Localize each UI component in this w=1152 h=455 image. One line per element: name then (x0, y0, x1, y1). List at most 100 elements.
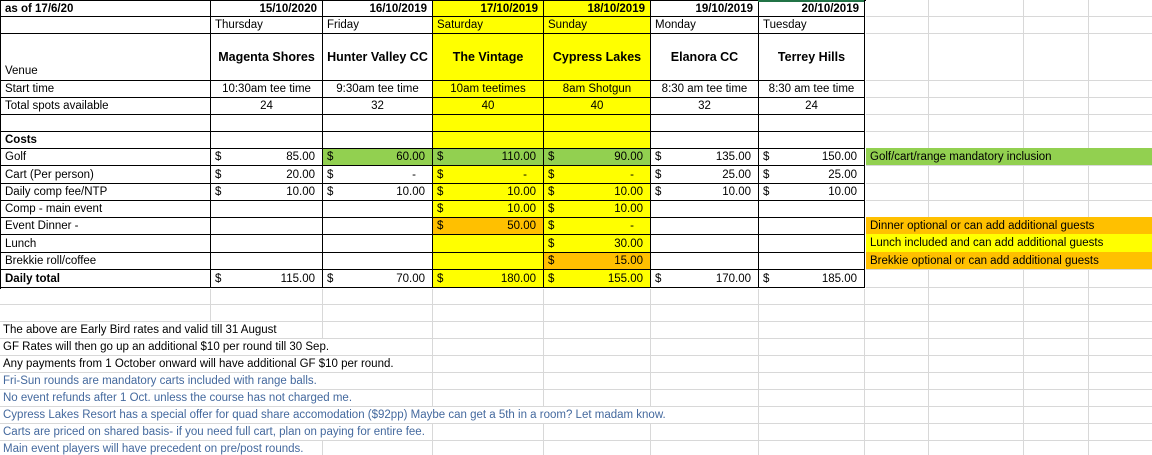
total-money-cell[interactable]: $185.00 (759, 270, 865, 288)
spacer-cell[interactable] (211, 132, 323, 149)
spots-cell[interactable]: 40 (433, 98, 544, 115)
money-cell[interactable]: $10.00 (433, 201, 544, 218)
money-cell[interactable]: $10.00 (323, 184, 433, 201)
total-label-cell[interactable]: Daily total (1, 270, 211, 288)
empty-cell[interactable] (323, 218, 433, 235)
cost-label-cell[interactable]: Event Dinner - (1, 218, 211, 235)
money-cell[interactable]: $- (433, 166, 544, 184)
venue-cell[interactable]: Cypress Lakes (544, 34, 651, 81)
spacer-cell[interactable] (433, 115, 544, 132)
total-money-cell[interactable]: $155.00 (544, 270, 651, 288)
spots-cell[interactable]: 40 (544, 98, 651, 115)
footnote-row[interactable]: The above are Early Bird rates and valid… (0, 321, 1152, 338)
money-cell[interactable]: $90.00 (544, 149, 651, 166)
date-cell[interactable]: 20/10/2019 (759, 1, 865, 17)
venue-cell[interactable]: Elanora CC (651, 34, 759, 81)
total-money-cell[interactable]: $115.00 (211, 270, 323, 288)
money-cell[interactable]: $25.00 (759, 166, 865, 184)
total-money-cell[interactable]: $170.00 (651, 270, 759, 288)
empty-cell[interactable] (651, 253, 759, 270)
spacer-cell[interactable] (1, 115, 211, 132)
venue-cell[interactable]: Hunter Valley CC (323, 34, 433, 81)
footnote-row[interactable]: Fri-Sun rounds are mandatory carts inclu… (0, 372, 1152, 389)
money-cell[interactable]: $50.00 (433, 218, 544, 235)
money-cell[interactable]: $10.00 (544, 184, 651, 201)
money-cell[interactable]: $30.00 (544, 235, 651, 253)
day-cell[interactable]: Monday (651, 17, 759, 34)
money-cell[interactable]: $10.00 (211, 184, 323, 201)
money-cell[interactable]: $110.00 (433, 149, 544, 166)
date-cell[interactable]: 19/10/2019 (651, 1, 759, 17)
day-cell[interactable]: Thursday (211, 17, 323, 34)
money-cell[interactable]: $- (544, 218, 651, 235)
money-cell[interactable] (433, 235, 544, 253)
as-of-cell[interactable]: as of 17/6/20 (1, 1, 211, 17)
money-cell[interactable]: $- (544, 166, 651, 184)
money-cell[interactable] (433, 253, 544, 270)
start-cell[interactable]: 10:30am tee time (211, 81, 323, 98)
start-cell[interactable]: 8:30 am tee time (651, 81, 759, 98)
day-cell[interactable]: Tuesday (759, 17, 865, 34)
start-cell[interactable]: 9:30am tee time (323, 81, 433, 98)
spacer-cell[interactable] (433, 132, 544, 149)
empty-cell[interactable] (323, 235, 433, 253)
note-box[interactable]: Golf/cart/range mandatory inclusion (866, 148, 1152, 165)
spots-cell[interactable]: 32 (651, 98, 759, 115)
spacer-cell[interactable] (651, 132, 759, 149)
spacer-cell[interactable] (211, 115, 323, 132)
empty-cell[interactable] (651, 235, 759, 253)
money-cell[interactable]: $85.00 (211, 149, 323, 166)
money-cell[interactable]: $- (323, 166, 433, 184)
cost-label-cell[interactable]: Daily comp fee/NTP (1, 184, 211, 201)
spacer-cell[interactable] (544, 115, 651, 132)
venue-label-cell[interactable]: Venue (1, 34, 211, 81)
footnote-row[interactable]: Carts are priced on shared basis- if you… (0, 423, 1152, 440)
start-cell[interactable]: 8:30 am tee time (759, 81, 865, 98)
footnote-row[interactable]: Main event players will have precedent o… (0, 440, 1152, 455)
empty-cell[interactable] (651, 218, 759, 235)
money-cell[interactable]: $25.00 (651, 166, 759, 184)
spacer-cell[interactable] (759, 115, 865, 132)
empty-cell[interactable] (759, 218, 865, 235)
money-cell[interactable]: $10.00 (651, 184, 759, 201)
date-cell[interactable]: 17/10/2019 (433, 1, 544, 17)
money-cell[interactable]: $10.00 (759, 184, 865, 201)
cost-label-cell[interactable]: Cart (Per person) (1, 166, 211, 184)
empty-cell[interactable] (323, 201, 433, 218)
money-cell[interactable]: $15.00 (544, 253, 651, 270)
money-cell[interactable]: $20.00 (211, 166, 323, 184)
spacer-cell[interactable] (544, 132, 651, 149)
money-cell[interactable]: $150.00 (759, 149, 865, 166)
footnote-row[interactable]: GF Rates will then go up an additional $… (0, 338, 1152, 355)
empty-cell[interactable] (211, 253, 323, 270)
total-money-cell[interactable]: $70.00 (323, 270, 433, 288)
empty-cell[interactable] (651, 201, 759, 218)
cost-label-cell[interactable]: Comp - main event (1, 201, 211, 218)
venue-cell[interactable]: Terrey Hills (759, 34, 865, 81)
money-cell[interactable]: $10.00 (433, 184, 544, 201)
note-box[interactable]: Dinner optional or can add additional gu… (866, 217, 1152, 234)
spacer-cell[interactable] (759, 132, 865, 149)
footnote-row[interactable]: No event refunds after 1 Oct. unless the… (0, 389, 1152, 406)
empty-cell[interactable] (211, 201, 323, 218)
empty-cell[interactable] (1, 17, 211, 34)
spots-cell[interactable]: 24 (211, 98, 323, 115)
start-label-cell[interactable]: Start time (1, 81, 211, 98)
spots-cell[interactable]: 32 (323, 98, 433, 115)
money-cell[interactable]: $10.00 (544, 201, 651, 218)
spacer-cell[interactable] (323, 132, 433, 149)
total-money-cell[interactable]: $180.00 (433, 270, 544, 288)
empty-cell[interactable] (759, 253, 865, 270)
start-cell[interactable]: 10am teetimes (433, 81, 544, 98)
start-cell[interactable]: 8am Shotgun (544, 81, 651, 98)
spots-cell[interactable]: 24 (759, 98, 865, 115)
day-cell[interactable]: Sunday (544, 17, 651, 34)
empty-cell[interactable] (211, 218, 323, 235)
empty-cell[interactable] (323, 253, 433, 270)
date-cell[interactable]: 16/10/2019 (323, 1, 433, 17)
day-cell[interactable]: Friday (323, 17, 433, 34)
note-box[interactable]: Brekkie optional or can add additional g… (866, 252, 1152, 269)
date-cell[interactable]: 15/10/2020 (211, 1, 323, 17)
spacer-cell[interactable] (323, 115, 433, 132)
empty-cell[interactable] (759, 235, 865, 253)
